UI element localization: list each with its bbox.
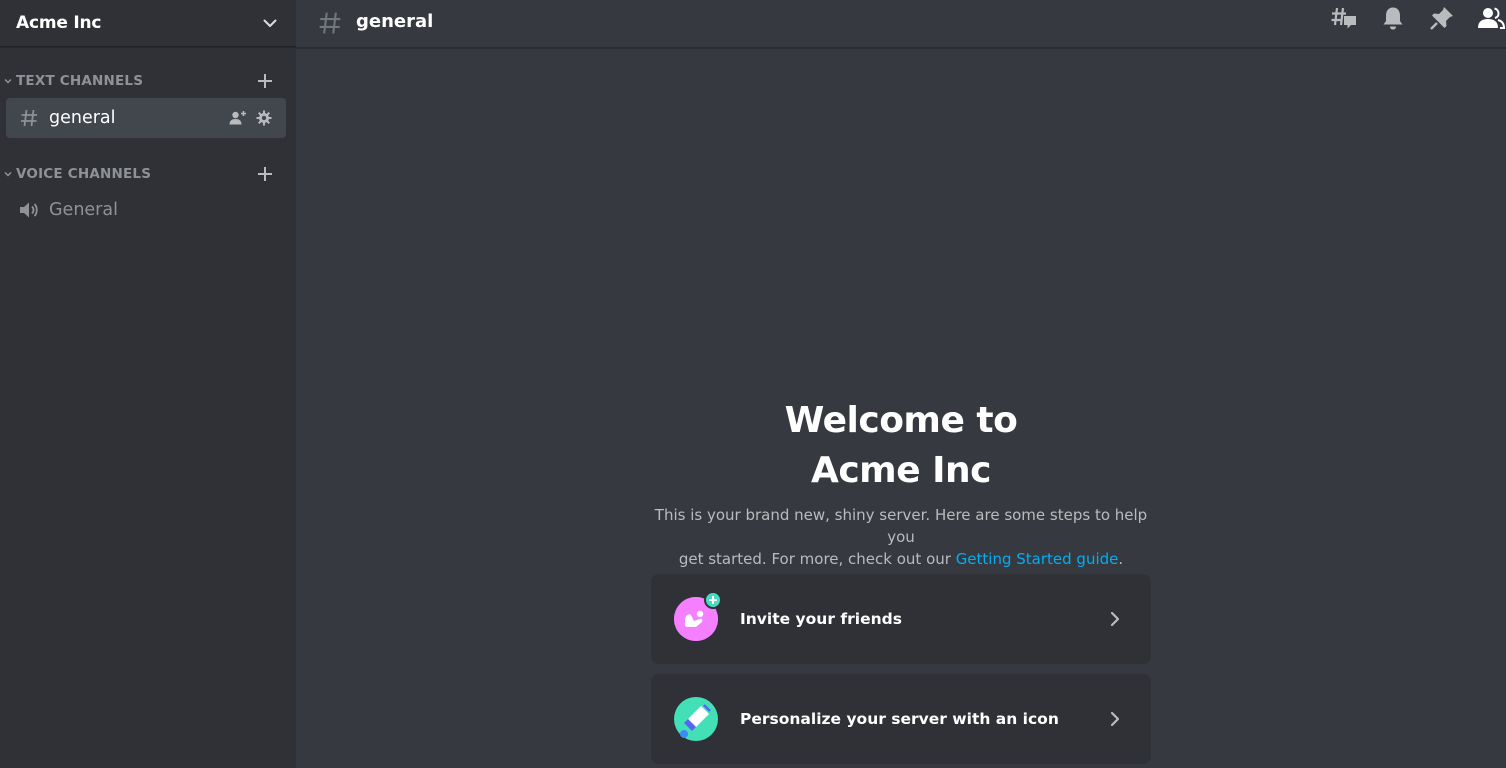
chevron-right-icon <box>1105 609 1125 629</box>
category-voice-channels[interactable]: VOICE CHANNELS <box>0 164 296 184</box>
hash-icon <box>316 9 344 37</box>
hash-icon <box>18 107 40 129</box>
caret-down-icon <box>3 169 13 179</box>
pin-icon[interactable] <box>1427 3 1457 33</box>
welcome-desc-prefix: get started. For more, check out our <box>678 550 956 568</box>
chevron-down-icon[interactable] <box>260 13 280 33</box>
invite-friends-card[interactable]: Invite your friends <box>651 574 1151 664</box>
caret-down-icon <box>3 76 13 86</box>
add-channel-icon[interactable] <box>255 71 275 91</box>
server-header[interactable]: Acme Inc <box>0 0 296 47</box>
invite-friends-icon <box>674 591 722 641</box>
bell-icon[interactable] <box>1378 3 1408 33</box>
chevron-right-icon <box>1105 709 1125 729</box>
invite-user-icon[interactable] <box>228 108 248 128</box>
members-icon[interactable] <box>1476 3 1506 33</box>
category-label: VOICE CHANNELS <box>16 166 152 182</box>
channel-label: General <box>49 200 118 220</box>
welcome-title-line1: Welcome to <box>784 400 1018 441</box>
add-channel-icon[interactable] <box>255 164 275 184</box>
channel-title: general <box>356 11 434 32</box>
welcome-desc-line2: get started. For more, check out our Get… <box>651 548 1151 570</box>
threads-icon[interactable] <box>1329 3 1359 33</box>
welcome-description: This is your brand new, shiny server. He… <box>651 504 1151 570</box>
channel-header: general <box>296 0 1506 48</box>
card-label: Invite your friends <box>740 610 902 628</box>
channel-sidebar: Acme Inc TEXT CHANNELS general VOICE CHA… <box>0 0 296 768</box>
getting-started-link[interactable]: Getting Started guide <box>956 550 1119 568</box>
welcome-title-line2: Acme Inc <box>810 450 992 491</box>
channel-item-general[interactable]: general <box>6 98 286 138</box>
voice-channel-general[interactable]: General <box>6 190 286 230</box>
welcome-desc-suffix: . <box>1118 550 1124 568</box>
speaker-icon <box>18 199 40 221</box>
channel-label: general <box>49 108 116 128</box>
header-toolbar <box>1310 0 1506 36</box>
personalize-icon <box>674 697 718 741</box>
gear-icon[interactable] <box>254 108 274 128</box>
server-name: Acme Inc <box>16 13 102 33</box>
category-label: TEXT CHANNELS <box>16 73 144 89</box>
welcome-section: Welcome to Acme Inc This is your brand n… <box>651 396 1151 570</box>
personalize-server-card[interactable]: Personalize your server with an icon <box>651 674 1151 764</box>
welcome-desc-line1: This is your brand new, shiny server. He… <box>654 506 1148 546</box>
card-label: Personalize your server with an icon <box>740 710 1059 728</box>
category-text-channels[interactable]: TEXT CHANNELS <box>0 71 296 91</box>
